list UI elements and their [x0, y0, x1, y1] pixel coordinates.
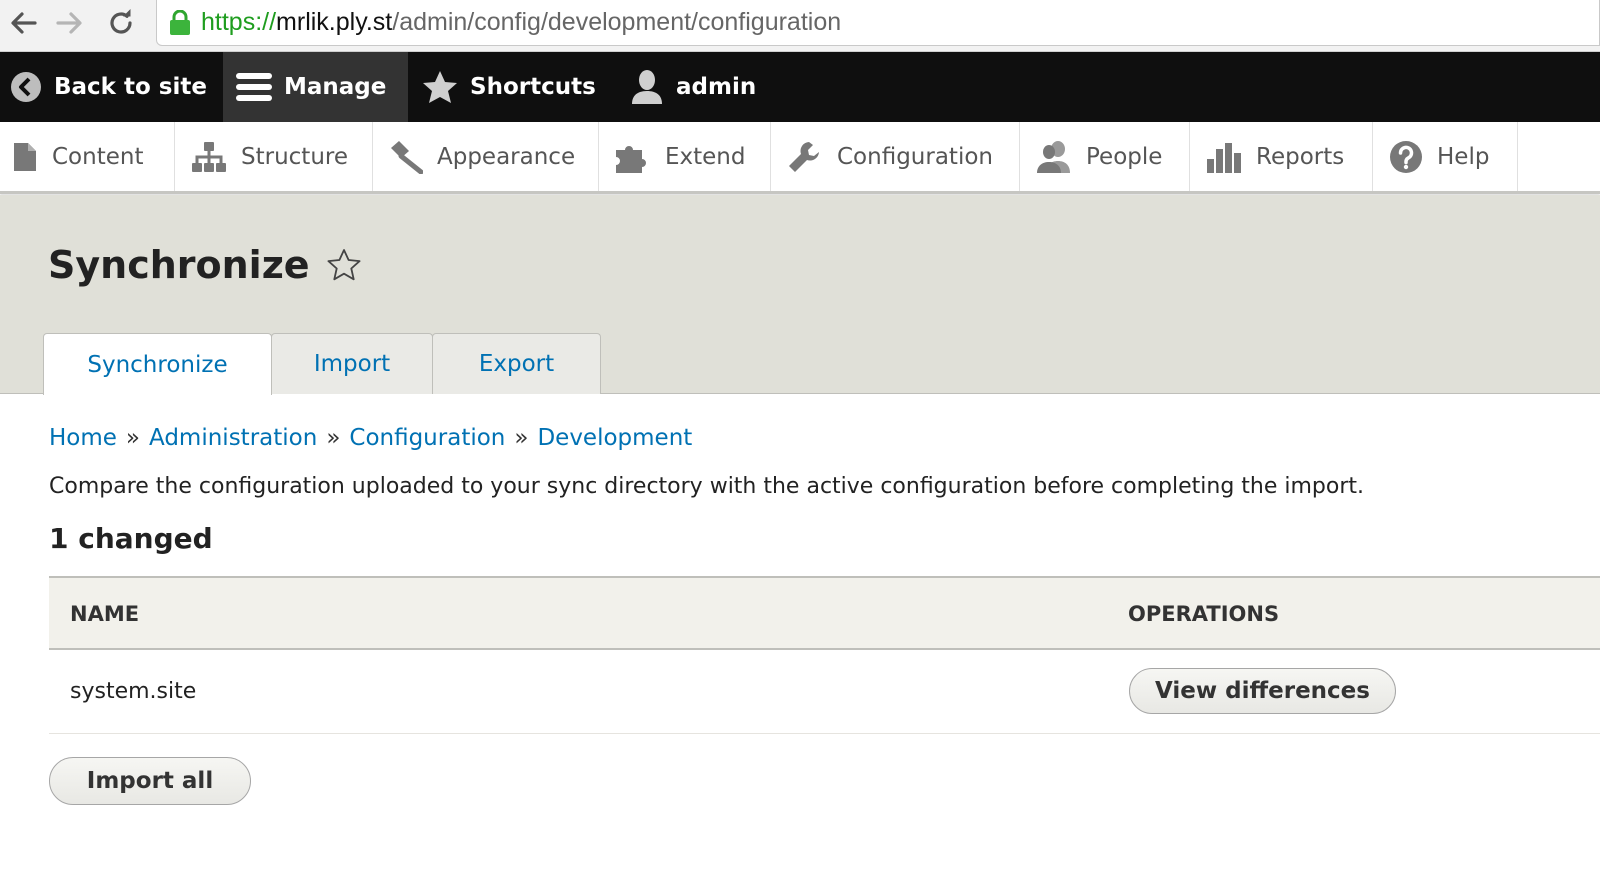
page-title: Synchronize [48, 243, 362, 287]
shortcuts-label: Shortcuts [470, 74, 596, 100]
page-title-text: Synchronize [48, 243, 310, 287]
page-header: Synchronize Synchronize Import Export [0, 195, 1600, 395]
config-name-cell: system.site [70, 679, 197, 704]
table-header: NAME OPERATIONS [49, 576, 1600, 650]
changed-count-heading: 1 changed [49, 522, 213, 555]
url-text: https://mrlik.ply.st/admin/config/develo… [201, 8, 841, 37]
admin-toolbar: Back to site Manage Shortcuts admin [0, 52, 1600, 122]
menu-item-label: Appearance [437, 143, 576, 170]
breadcrumb-development[interactable]: Development [537, 425, 692, 451]
bar-chart-icon [1206, 141, 1242, 173]
menu-item-appearance[interactable]: Appearance [373, 122, 599, 191]
menu-item-extend[interactable]: Extend [599, 122, 771, 191]
paintbrush-icon [387, 140, 423, 174]
breadcrumb-configuration[interactable]: Configuration [349, 425, 505, 451]
tab-export[interactable]: Export [432, 333, 601, 394]
help-icon [1389, 140, 1423, 174]
menu-item-people[interactable]: People [1020, 122, 1190, 191]
changes-table: NAME OPERATIONS system.site View differe… [49, 576, 1600, 734]
add-shortcut-star-icon[interactable] [326, 248, 362, 282]
view-differences-button[interactable]: View differences [1129, 668, 1396, 714]
forward-arrow-icon[interactable] [53, 8, 87, 38]
shortcuts-tab[interactable]: Shortcuts [422, 52, 607, 122]
page-icon [12, 142, 38, 172]
menu-item-help[interactable]: Help [1373, 122, 1518, 191]
people-icon [1036, 140, 1072, 174]
page-description: Compare the configuration uploaded to yo… [49, 474, 1365, 499]
manage-tab[interactable]: Manage [223, 52, 408, 122]
menu-item-structure[interactable]: Structure [175, 122, 373, 191]
menu-item-label: Extend [665, 143, 746, 170]
url-host: mrlik.ply.st [276, 8, 393, 36]
breadcrumb-home[interactable]: Home [49, 425, 117, 451]
breadcrumb: Home » Administration » Configuration » … [49, 425, 692, 451]
tab-synchronize[interactable]: Synchronize [43, 333, 272, 395]
back-to-site-link[interactable]: Back to site [10, 52, 220, 122]
menu-item-label: Help [1437, 143, 1490, 170]
tab-import[interactable]: Import [271, 333, 433, 394]
browser-bar: https://mrlik.ply.st/admin/config/develo… [0, 0, 1600, 52]
import-all-button[interactable]: Import all [49, 757, 251, 805]
breadcrumb-separator: » [125, 425, 140, 451]
puzzle-icon [615, 140, 651, 174]
menu-item-reports[interactable]: Reports [1190, 122, 1373, 191]
menu-item-label: Reports [1256, 143, 1345, 170]
breadcrumb-separator: » [514, 425, 529, 451]
user-tab[interactable]: admin [630, 52, 770, 122]
admin-menu-tray: Content Structure Appearance Extend Conf… [0, 122, 1600, 194]
hamburger-icon [236, 71, 272, 103]
chevron-left-circle-icon [10, 71, 42, 103]
star-icon [422, 70, 458, 104]
menu-item-configuration[interactable]: Configuration [771, 122, 1020, 191]
column-header-operations: OPERATIONS [1128, 602, 1280, 626]
user-icon [630, 69, 664, 105]
reload-icon[interactable] [104, 8, 138, 38]
lock-icon [169, 9, 191, 36]
wrench-icon [787, 140, 823, 174]
menu-item-label: Configuration [837, 143, 993, 170]
back-to-site-label: Back to site [54, 74, 207, 100]
breadcrumb-separator: » [326, 425, 341, 451]
table-row: system.site View differences [49, 650, 1600, 734]
menu-item-label: People [1086, 143, 1163, 170]
menu-item-label: Content [52, 143, 144, 170]
breadcrumb-administration[interactable]: Administration [149, 425, 317, 451]
menu-item-content[interactable]: Content [0, 122, 175, 191]
url-scheme: https:// [201, 8, 277, 36]
user-label: admin [676, 74, 757, 100]
menu-item-label: Structure [241, 143, 348, 170]
url-path: /admin/config/development/configuration [392, 8, 842, 36]
back-arrow-icon[interactable] [6, 8, 40, 38]
column-header-name: NAME [70, 602, 140, 626]
sitemap-icon [191, 141, 227, 173]
manage-label: Manage [284, 74, 387, 100]
address-bar[interactable]: https://mrlik.ply.st/admin/config/develo… [156, 0, 1600, 46]
